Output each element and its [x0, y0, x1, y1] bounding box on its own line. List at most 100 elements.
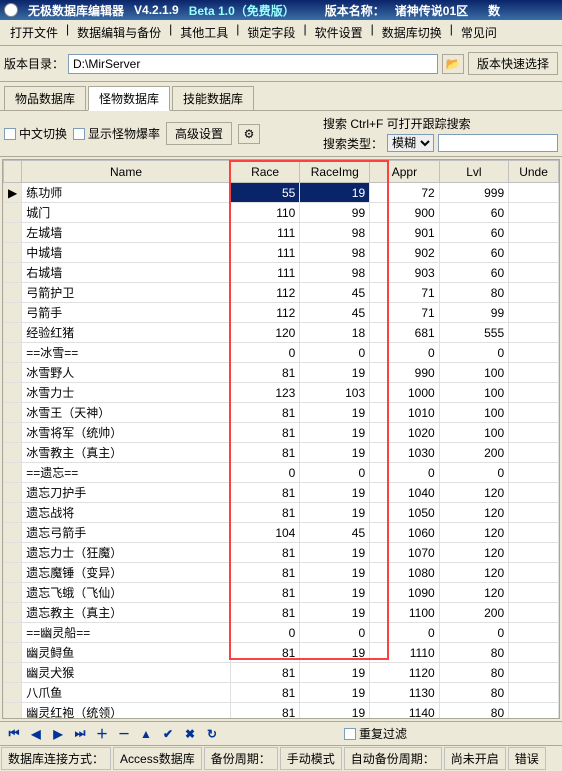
folder-open-icon[interactable]: 📂 — [442, 54, 464, 74]
cell[interactable]: 1070 — [370, 543, 440, 563]
cell[interactable]: 1140 — [370, 703, 440, 720]
cell-name[interactable]: 遗忘刀护手 — [22, 483, 231, 503]
cell[interactable]: 0 — [439, 343, 508, 363]
cell[interactable]: 80 — [439, 643, 508, 663]
cell[interactable]: 100 — [439, 423, 508, 443]
cell[interactable] — [509, 443, 559, 463]
cell[interactable]: 72 — [370, 183, 440, 203]
tab-skills[interactable]: 技能数据库 — [172, 86, 254, 110]
cell-name[interactable]: 冰雪力士 — [22, 383, 231, 403]
cell-name[interactable]: 经验红猪 — [22, 323, 231, 343]
cell-name[interactable]: 遗忘战将 — [22, 503, 231, 523]
cell[interactable]: 81 — [230, 683, 300, 703]
cell[interactable]: 19 — [300, 183, 370, 203]
cell[interactable]: 100 — [439, 363, 508, 383]
cell[interactable] — [509, 403, 559, 423]
cell[interactable]: 120 — [230, 323, 300, 343]
table-row[interactable]: 遗忘魔锤（变异）81191080120 — [4, 563, 559, 583]
menu-faq[interactable]: 常见问 — [455, 22, 503, 43]
cell[interactable]: 111 — [230, 223, 300, 243]
cell[interactable] — [509, 243, 559, 263]
nav-del-icon[interactable]: － — [114, 725, 134, 743]
nav-refresh-icon[interactable]: ↻ — [202, 725, 222, 743]
cell-name[interactable]: 幽灵犬猴 — [22, 663, 231, 683]
cell[interactable] — [509, 563, 559, 583]
cell[interactable]: 81 — [230, 643, 300, 663]
cell[interactable]: 19 — [300, 703, 370, 720]
cell[interactable]: 81 — [230, 403, 300, 423]
cell[interactable]: 81 — [230, 703, 300, 720]
cell-name[interactable]: 冰雪野人 — [22, 363, 231, 383]
table-row[interactable]: 遗忘飞蛾（飞仙）81191090120 — [4, 583, 559, 603]
nav-edit-icon[interactable]: ▲ — [136, 725, 156, 743]
cell[interactable] — [509, 623, 559, 643]
cell[interactable]: 19 — [300, 543, 370, 563]
col-mark[interactable] — [4, 161, 22, 183]
cell[interactable] — [509, 283, 559, 303]
cell[interactable]: 999 — [439, 183, 508, 203]
cell[interactable]: 81 — [230, 583, 300, 603]
cell[interactable]: 120 — [439, 543, 508, 563]
cell[interactable]: 19 — [300, 683, 370, 703]
cell-name[interactable]: 左城墙 — [22, 223, 231, 243]
col-Name[interactable]: Name — [22, 161, 231, 183]
repeat-filter-checkbox[interactable]: 重复过滤 — [344, 725, 407, 742]
cell[interactable]: 71 — [370, 283, 440, 303]
cell[interactable]: 99 — [439, 303, 508, 323]
table-row[interactable]: 幽灵犬猴8119112080 — [4, 663, 559, 683]
quick-select-button[interactable]: 版本快速选择 — [468, 52, 558, 75]
cell[interactable]: 98 — [300, 223, 370, 243]
table-row[interactable]: 弓箭手112457199 — [4, 303, 559, 323]
table-row[interactable]: ▶练功师551972999 — [4, 183, 559, 203]
table-row[interactable]: 遗忘力士（狂魔）81191070120 — [4, 543, 559, 563]
cell-name[interactable]: ==冰雪== — [22, 343, 231, 363]
cell[interactable]: 1020 — [370, 423, 440, 443]
cell-name[interactable]: ==遗忘== — [22, 463, 231, 483]
drop-rate-checkbox[interactable]: 显示怪物爆率 — [73, 125, 160, 142]
cell[interactable]: 80 — [439, 683, 508, 703]
nav-next-icon[interactable]: ▶ — [48, 725, 68, 743]
nav-prev-icon[interactable]: ◀ — [26, 725, 46, 743]
cell[interactable]: 112 — [230, 283, 300, 303]
cell[interactable]: 120 — [439, 503, 508, 523]
cell[interactable]: 60 — [439, 263, 508, 283]
cell[interactable] — [509, 583, 559, 603]
cell[interactable] — [509, 323, 559, 343]
cell[interactable]: 104 — [230, 523, 300, 543]
cell-name[interactable]: 练功师 — [22, 183, 231, 203]
cell[interactable]: 900 — [370, 203, 440, 223]
nav-add-icon[interactable]: ＋ — [92, 725, 112, 743]
cell[interactable]: 200 — [439, 443, 508, 463]
cell-name[interactable]: 遗忘弓箭手 — [22, 523, 231, 543]
cell[interactable]: 19 — [300, 483, 370, 503]
cell[interactable]: 19 — [300, 363, 370, 383]
cn-switch-checkbox[interactable]: 中文切换 — [4, 125, 67, 142]
cell[interactable]: 60 — [439, 223, 508, 243]
cell[interactable]: 0 — [439, 623, 508, 643]
cell-name[interactable]: 遗忘教主（真主） — [22, 603, 231, 623]
cell[interactable] — [509, 263, 559, 283]
menu-dbswitch[interactable]: 数据库切换 — [376, 22, 448, 43]
cell[interactable]: 0 — [230, 623, 300, 643]
menu-tools[interactable]: 其他工具 — [174, 22, 234, 43]
cell[interactable]: 18 — [300, 323, 370, 343]
nav-cancel-icon[interactable]: ✖ — [180, 725, 200, 743]
table-row[interactable]: 经验红猪12018681555 — [4, 323, 559, 343]
search-type-select[interactable]: 模糊 — [387, 134, 434, 152]
cell[interactable]: 19 — [300, 503, 370, 523]
cell[interactable]: 98 — [300, 243, 370, 263]
cell[interactable]: 45 — [300, 283, 370, 303]
cell[interactable]: 112 — [230, 303, 300, 323]
table-row[interactable]: 幽灵红袍（统领）8119114080 — [4, 703, 559, 720]
cell[interactable]: 0 — [439, 463, 508, 483]
cell[interactable]: 100 — [439, 403, 508, 423]
cell[interactable]: 81 — [230, 443, 300, 463]
cell[interactable]: 1010 — [370, 403, 440, 423]
tab-monsters[interactable]: 怪物数据库 — [88, 86, 170, 111]
cell-name[interactable]: 城门 — [22, 203, 231, 223]
cell[interactable]: 110 — [230, 203, 300, 223]
cell[interactable]: 0 — [370, 623, 440, 643]
cell[interactable]: 0 — [230, 463, 300, 483]
cell[interactable] — [509, 203, 559, 223]
cell[interactable] — [509, 483, 559, 503]
